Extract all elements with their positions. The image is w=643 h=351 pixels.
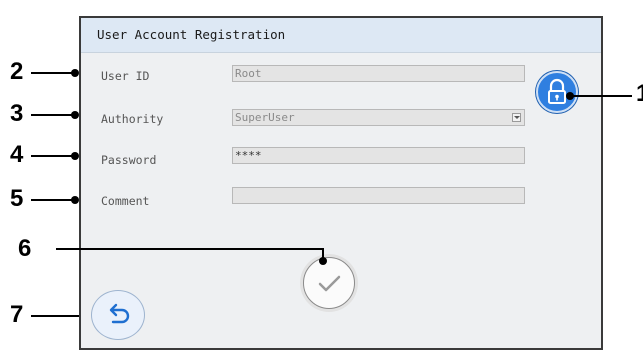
callout-1: 1 [636, 80, 643, 107]
callout-5-leader [31, 199, 75, 201]
user-id-field[interactable]: Root [232, 65, 525, 82]
window-title: User Account Registration [97, 27, 286, 42]
callout-7: 7 [10, 301, 24, 328]
callout-5: 5 [10, 185, 24, 212]
callout-4: 4 [10, 141, 24, 168]
password-label: Password [101, 153, 157, 167]
callout-4-dot [71, 152, 79, 160]
comment-field[interactable] [232, 187, 525, 204]
callout-5-dot [71, 196, 79, 204]
callout-1-dot [566, 92, 574, 100]
checkmark-icon [318, 275, 341, 292]
callout-6-leader [56, 248, 322, 250]
authority-dropdown[interactable]: SuperUser [232, 109, 525, 126]
authority-label: Authority [101, 112, 164, 126]
title-bar: User Account Registration [81, 18, 601, 53]
back-button[interactable] [91, 290, 145, 340]
callout-6: 6 [18, 235, 32, 262]
callout-4-leader [31, 155, 75, 157]
comment-label: Comment [101, 194, 150, 208]
callout-3-dot [71, 111, 79, 119]
callout-2: 2 [10, 58, 24, 85]
callout-6-leader-drop [322, 248, 324, 260]
registration-screen: User Account Registration User ID Root A… [79, 16, 603, 350]
dropdown-arrow-icon[interactable] [512, 113, 521, 122]
callout-3: 3 [10, 100, 24, 127]
callout-2-leader [31, 72, 75, 74]
callout-1-leader [569, 95, 632, 97]
authority-value: SuperUser [235, 111, 295, 124]
confirm-button[interactable] [303, 257, 355, 309]
user-id-label: User ID [101, 69, 150, 83]
password-field[interactable]: **** [232, 147, 525, 164]
undo-arrow-icon [109, 303, 130, 324]
callout-3-leader [31, 114, 75, 116]
callout-2-dot [71, 69, 79, 77]
